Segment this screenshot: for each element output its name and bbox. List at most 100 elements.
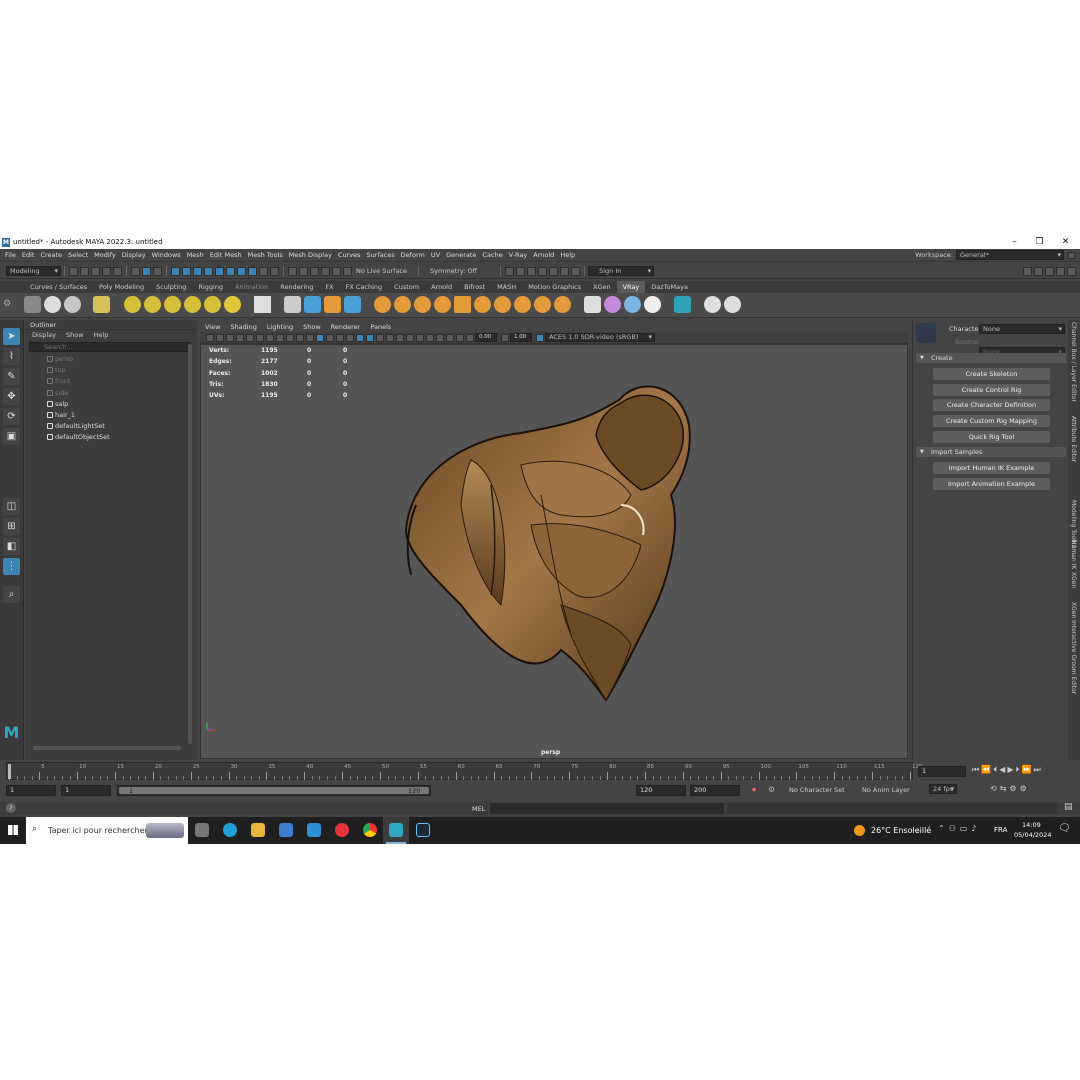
- lasso-tool-icon[interactable]: ⌇: [3, 348, 20, 365]
- xray-joints-icon[interactable]: [446, 333, 454, 342]
- lock-selection-icon[interactable]: [259, 266, 268, 276]
- help-icon[interactable]: ?: [6, 803, 16, 813]
- language-indicator[interactable]: FRA: [994, 826, 1007, 834]
- menu-cache[interactable]: Cache: [479, 249, 505, 262]
- time-ruler[interactable]: 5 10 15 20 25 30 35 40 45 50 55 60 65 70 75 80 85 90 95 100…: [6, 762, 923, 780]
- import-animation-example-button[interactable]: Import Animation Example: [933, 478, 1050, 490]
- side-tab-attribute-editor[interactable]: Attribute Editor: [1070, 416, 1077, 462]
- system-tray-icons[interactable]: ⌃⚇▭♪: [938, 824, 981, 833]
- outliner-item[interactable]: defaultObjectSet: [25, 432, 197, 443]
- shelf-tab-sculpting[interactable]: Sculpting: [150, 281, 192, 293]
- file-explorer-icon[interactable]: [251, 823, 265, 837]
- playback-start-input[interactable]: 1: [61, 785, 111, 796]
- outliner-item[interactable]: persp: [25, 354, 197, 365]
- vray-proxy-icon[interactable]: [284, 296, 301, 313]
- shelf-tab-rigging[interactable]: Rigging: [192, 281, 229, 293]
- vray-tools-icon[interactable]: [584, 296, 601, 313]
- outliner-layout-icon[interactable]: ⋮: [3, 558, 20, 575]
- outliner-toggle-icon[interactable]: [1067, 266, 1076, 276]
- motion-blur-icon[interactable]: [396, 333, 404, 342]
- vray-hair-material-icon[interactable]: [394, 296, 411, 313]
- select-joint-icon[interactable]: [182, 266, 191, 276]
- command-input[interactable]: [490, 803, 724, 814]
- clock-time[interactable]: 14:09: [1022, 821, 1041, 829]
- minimize-button[interactable]: –: [1002, 236, 1027, 249]
- current-frame-input[interactable]: 1: [918, 766, 966, 777]
- chrome-icon[interactable]: [363, 823, 377, 837]
- highlight-selection-icon[interactable]: [270, 266, 279, 276]
- shelf-tab-xgen[interactable]: XGen: [587, 281, 617, 293]
- outliner-hscrollbar[interactable]: [33, 746, 181, 750]
- side-tab-channel-box-layer-editor[interactable]: Channel Box / Layer Editor: [1070, 322, 1077, 402]
- exposure-input[interactable]: 0.00: [475, 333, 497, 342]
- edge-icon[interactable]: [223, 823, 237, 837]
- rotate-tool-icon[interactable]: ⟳: [3, 408, 20, 425]
- vray-fast-sss-icon[interactable]: [414, 296, 431, 313]
- select-render-icon[interactable]: [237, 266, 246, 276]
- vray-plane-icon[interactable]: [254, 296, 271, 313]
- snap-projected-center-icon[interactable]: [321, 266, 330, 276]
- vray-blend-icon[interactable]: [434, 296, 451, 313]
- create-section-header[interactable]: Create: [916, 353, 1066, 363]
- vray-info-icon[interactable]: [704, 296, 721, 313]
- symmetry-dropdown[interactable]: Symmetry: Off: [430, 267, 477, 275]
- vray-mesh-light-icon[interactable]: [184, 296, 201, 313]
- backface-culling-icon[interactable]: [456, 333, 464, 342]
- textured-icon[interactable]: [356, 333, 364, 342]
- playback-end-input[interactable]: 120: [636, 785, 686, 796]
- zoom-search-icon[interactable]: ⌕: [3, 586, 20, 603]
- menu-surfaces[interactable]: Surfaces: [364, 249, 398, 262]
- side-tab-human-ik[interactable]: Human IK: [1070, 540, 1077, 569]
- script-editor-icon[interactable]: ▤: [1064, 802, 1073, 812]
- sign-in-button[interactable]: Sign In: [588, 266, 655, 276]
- menu-uv[interactable]: UV: [428, 249, 443, 262]
- vray-material-icon[interactable]: [374, 296, 391, 313]
- shelf-tab-vray[interactable]: VRay: [616, 281, 646, 293]
- create-skeleton-button[interactable]: Create Skeleton: [933, 368, 1050, 380]
- select-misc-icon[interactable]: [248, 266, 257, 276]
- vray-color-icon[interactable]: [604, 296, 621, 313]
- lock-icon[interactable]: [1068, 251, 1075, 259]
- create-character-definition-button[interactable]: Create Character Definition: [933, 399, 1050, 412]
- hair-mesh[interactable]: [201, 345, 907, 758]
- vray-ies-light-icon[interactable]: [204, 296, 221, 313]
- vray-spot-light-icon[interactable]: [144, 296, 161, 313]
- outliner-vscrollbar[interactable]: [188, 344, 192, 744]
- ambient-occlusion-icon[interactable]: [386, 333, 394, 342]
- shelf-menu-icon[interactable]: ⚙: [3, 299, 13, 309]
- key-settings-icon[interactable]: ⚙: [768, 785, 775, 794]
- move-tool-icon[interactable]: ✥: [3, 388, 20, 405]
- new-scene-icon[interactable]: [69, 266, 78, 276]
- outliner-menu-show[interactable]: Show: [66, 331, 84, 339]
- select-deformer-icon[interactable]: [215, 266, 224, 276]
- side-tab-xgen[interactable]: XGen: [1070, 572, 1077, 588]
- outliner-item[interactable]: salp: [25, 399, 197, 410]
- anim-layer-dropdown[interactable]: No Anim Layer: [862, 786, 910, 794]
- vray-sun-icon[interactable]: [224, 296, 241, 313]
- safe-title-icon[interactable]: [306, 333, 314, 342]
- menu-file[interactable]: File: [2, 249, 19, 262]
- select-surface-icon[interactable]: [204, 266, 213, 276]
- single-perspective-view-icon[interactable]: ◫: [3, 498, 20, 515]
- channel-box-icon[interactable]: [1056, 266, 1065, 276]
- vray-toon-icon[interactable]: [494, 296, 511, 313]
- select-dynamics-icon[interactable]: [226, 266, 235, 276]
- select-component-icon[interactable]: [153, 266, 162, 276]
- render-settings-icon[interactable]: [538, 266, 548, 276]
- menu-v-ray[interactable]: V-Ray: [506, 249, 531, 262]
- select-handle-icon[interactable]: [171, 266, 180, 276]
- four-view-icon[interactable]: ⊞: [3, 518, 20, 535]
- end-time-input[interactable]: 200: [690, 785, 740, 796]
- snap-curve-icon[interactable]: [299, 266, 308, 276]
- steam-icon[interactable]: [416, 823, 430, 837]
- playback-options-icons[interactable]: ⟲⇆⚙⚙: [990, 784, 1030, 793]
- default-material-icon[interactable]: [336, 333, 344, 342]
- menu-set-dropdown[interactable]: Modeling: [6, 266, 61, 276]
- render-frame-icon[interactable]: [516, 266, 526, 276]
- step-back-key-icon[interactable]: ⏪: [981, 765, 993, 774]
- paint-select-icon[interactable]: ✎: [3, 368, 20, 385]
- select-curve-icon[interactable]: [193, 266, 202, 276]
- go-to-start-icon[interactable]: ⏮: [972, 765, 981, 774]
- quick-rig-tool-button[interactable]: Quick Rig Tool: [933, 430, 1050, 443]
- anti-aliasing-icon[interactable]: [406, 333, 414, 342]
